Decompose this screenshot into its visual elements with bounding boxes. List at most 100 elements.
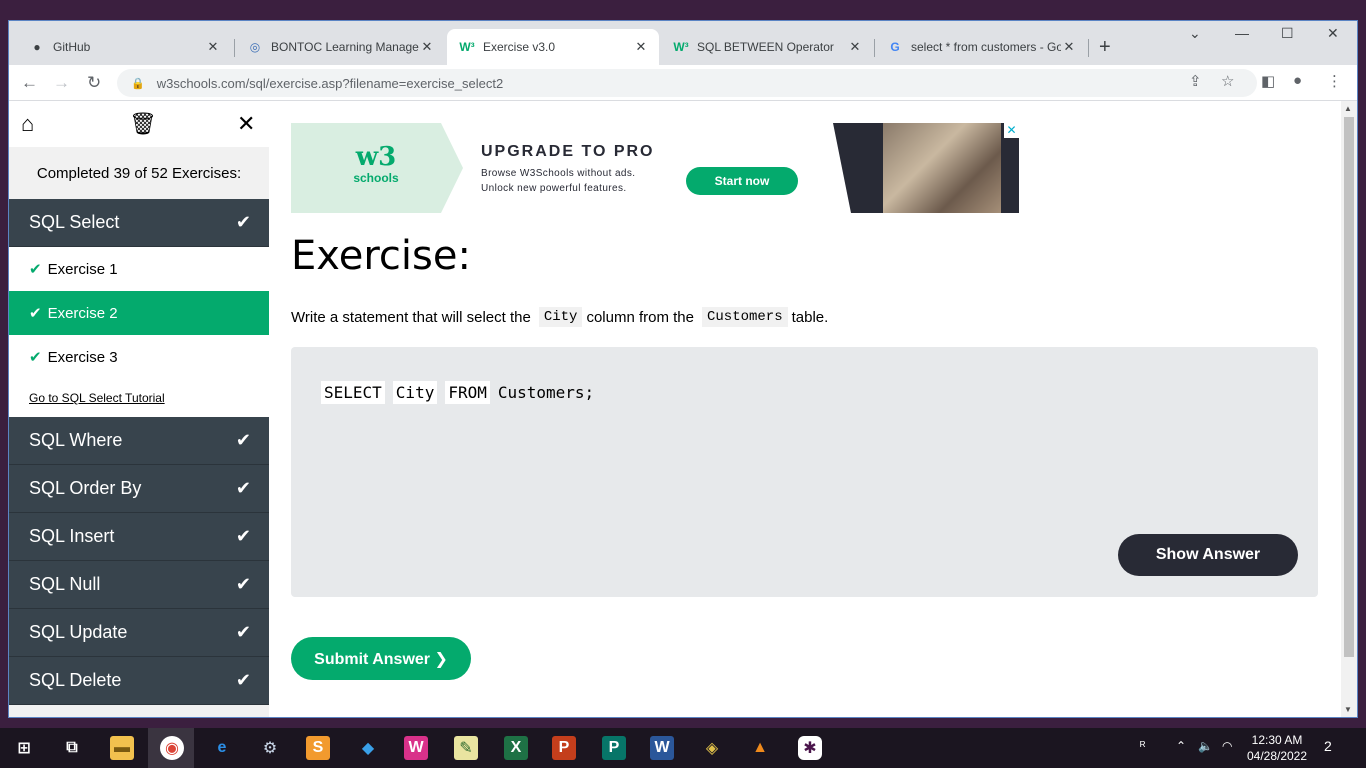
wamp-icon[interactable]: W — [404, 736, 428, 760]
home-icon[interactable]: ⌂ — [21, 111, 34, 137]
section-sql-insert[interactable]: SQL Insert ✔ — [9, 513, 269, 561]
notification-count: 2 — [1324, 738, 1332, 754]
sql-keyword-from: FROM — [445, 381, 490, 404]
checkmark-icon: ✔ — [235, 478, 251, 498]
exercise-item-active[interactable]: ✔ Exercise 2 — [9, 291, 269, 335]
control-panel-icon[interactable]: ⚙ — [258, 736, 282, 760]
scrollbar-thumb[interactable] — [1344, 117, 1354, 657]
clock-date: 04/28/2022 — [1246, 749, 1308, 763]
chrome-icon[interactable]: ◉ — [160, 736, 184, 760]
tab-strip: ● GitHub ✕ ◎ BONTOC Learning Managem ✕ W… — [9, 21, 1357, 65]
section-sql-delete[interactable]: SQL Delete ✔ — [9, 657, 269, 705]
google-icon: G — [890, 40, 900, 54]
show-answer-button[interactable]: Show Answer — [1118, 534, 1298, 576]
close-icon[interactable]: ✕ — [205, 39, 221, 55]
windows-start-icon[interactable]: ⊞ — [12, 736, 36, 760]
ad-close-icon[interactable]: ✕ — [1004, 123, 1019, 138]
desc-prefix: Write a statement that will select the — [291, 308, 531, 326]
tab-exercise[interactable]: W³ Exercise v3.0 ✕ — [447, 29, 659, 65]
share-icon[interactable]: ⇪ — [1189, 72, 1202, 90]
window-close-icon[interactable]: ✕ — [1327, 25, 1339, 42]
maximize-icon[interactable]: ☐ — [1281, 25, 1294, 42]
page-content: ⌂ 🗑 ✕ Completed 39 of 52 Exercises: SQL … — [9, 101, 1357, 717]
publisher-icon[interactable]: P — [602, 736, 626, 760]
reload-icon[interactable]: ↻ — [87, 73, 101, 93]
exercise-label: Exercise 2 — [47, 304, 118, 322]
notification-center-icon[interactable]: 2 — [1324, 738, 1332, 754]
exercise-heading: Exercise: — [291, 233, 471, 279]
address-bar[interactable]: 🔒 w3schools.com/sql/exercise.asp?filenam… — [117, 69, 1257, 97]
powerpoint-icon[interactable]: P — [552, 736, 576, 760]
section-sql-order-by[interactable]: SQL Order By ✔ — [9, 465, 269, 513]
people-icon[interactable]: ᴿ — [1140, 739, 1145, 753]
exercise-item[interactable]: ✔ Exercise 1 — [9, 247, 269, 291]
section-label: SQL Where — [29, 430, 123, 450]
windows-taskbar: ⊞ ⧉ ▬ ◉ e ⚙ S ◆ W ✎ X P P W ◈ ▲ ✱ ᴿ ⌃ 🔈 … — [0, 728, 1366, 768]
sublime-text-icon[interactable]: S — [306, 736, 330, 760]
side-panel-icon[interactable]: ◧ — [1261, 72, 1275, 90]
word-icon[interactable]: W — [650, 736, 674, 760]
checkmark-icon: ✔ — [235, 622, 251, 642]
checkmark-icon: ✔ — [29, 261, 42, 278]
section-sql-where[interactable]: SQL Where ✔ — [9, 417, 269, 465]
app-icon[interactable]: ◈ — [700, 736, 724, 760]
slack-icon[interactable]: ✱ — [798, 736, 822, 760]
tab-separator — [1088, 39, 1089, 57]
checkmark-icon: ✔ — [235, 574, 251, 594]
browser-toolbar: ← → ↻ 🔒 w3schools.com/sql/exercise.asp?f… — [9, 65, 1357, 101]
checkmark-icon: ✔ — [29, 305, 42, 322]
wifi-icon[interactable]: ◠ — [1222, 739, 1232, 753]
new-tab-button[interactable]: + — [1099, 36, 1111, 59]
minimize-icon[interactable]: — — [1235, 25, 1249, 41]
tab-search-icon[interactable]: ⌄ — [1189, 25, 1201, 42]
close-sidebar-icon[interactable]: ✕ — [237, 111, 255, 137]
close-icon[interactable]: ✕ — [1061, 39, 1077, 55]
file-explorer-icon[interactable]: ▬ — [110, 736, 134, 760]
scroll-down-icon[interactable]: ▼ — [1344, 705, 1352, 714]
tab-github[interactable]: ● GitHub ✕ — [17, 29, 231, 65]
back-icon[interactable]: ← — [21, 73, 38, 93]
desc-suffix: table. — [791, 308, 829, 326]
app-icon[interactable]: ◆ — [356, 736, 380, 760]
menu-icon[interactable]: ⋮ — [1327, 72, 1342, 90]
trash-icon[interactable]: 🗑 — [129, 111, 157, 137]
section-label: SQL Update — [29, 622, 128, 642]
tab-title: select * from customers - Go — [911, 40, 1061, 54]
section-sql-select[interactable]: SQL Select ✔ — [9, 199, 269, 247]
taskbar-clock[interactable]: 12:30 AM 04/28/2022 — [1242, 732, 1312, 764]
tab-google[interactable]: G select * from customers - Go ✕ — [875, 29, 1087, 65]
browser-window: ● GitHub ✕ ◎ BONTOC Learning Managem ✕ W… — [8, 20, 1358, 718]
notepad-icon[interactable]: ✎ — [454, 736, 478, 760]
checkmark-icon: ✔ — [235, 670, 251, 690]
ad-line-2: Unlock new powerful features. — [481, 183, 627, 194]
vlc-icon[interactable]: ▲ — [748, 736, 772, 760]
bookmark-star-icon[interactable]: ☆ — [1221, 72, 1234, 90]
tab-sql-between[interactable]: W³ SQL BETWEEN Operator ✕ — [661, 29, 873, 65]
chevron-up-icon[interactable]: ⌃ — [1176, 739, 1186, 753]
forward-icon[interactable]: → — [53, 73, 70, 93]
exercise-label: Exercise 1 — [47, 260, 118, 278]
close-icon[interactable]: ✕ — [847, 39, 863, 55]
ad-photo-image — [883, 123, 1001, 213]
answer-input[interactable]: City — [392, 381, 438, 404]
page-scrollbar[interactable]: ▲ ▼ — [1341, 101, 1357, 717]
w3schools-logo: w3 schools — [345, 143, 407, 185]
excel-icon[interactable]: X — [504, 736, 528, 760]
start-now-button[interactable]: Start now — [686, 167, 798, 195]
submit-answer-button[interactable]: Submit Answer ❯ — [291, 637, 471, 680]
task-view-icon[interactable]: ⧉ — [60, 736, 84, 760]
section-sql-null[interactable]: SQL Null ✔ — [9, 561, 269, 609]
tab-bontoc[interactable]: ◎ BONTOC Learning Managem ✕ — [235, 29, 445, 65]
close-icon[interactable]: ✕ — [419, 39, 435, 55]
goto-tutorial-link[interactable]: Go to SQL Select Tutorial — [9, 379, 269, 417]
w3schools-icon: W³ — [459, 40, 475, 54]
exercise-item[interactable]: ✔ Exercise 3 — [9, 335, 269, 379]
volume-icon[interactable]: 🔈 — [1198, 739, 1213, 753]
upgrade-ad-banner[interactable]: w3 schools UPGRADE TO PRO Browse W3Schoo… — [291, 123, 1019, 213]
profile-icon[interactable]: ● — [1293, 72, 1302, 89]
close-icon[interactable]: ✕ — [633, 39, 649, 55]
edge-icon[interactable]: e — [210, 736, 234, 760]
section-sql-update[interactable]: SQL Update ✔ — [9, 609, 269, 657]
checkmark-icon: ✔ — [29, 349, 42, 366]
scroll-up-icon[interactable]: ▲ — [1344, 104, 1352, 113]
